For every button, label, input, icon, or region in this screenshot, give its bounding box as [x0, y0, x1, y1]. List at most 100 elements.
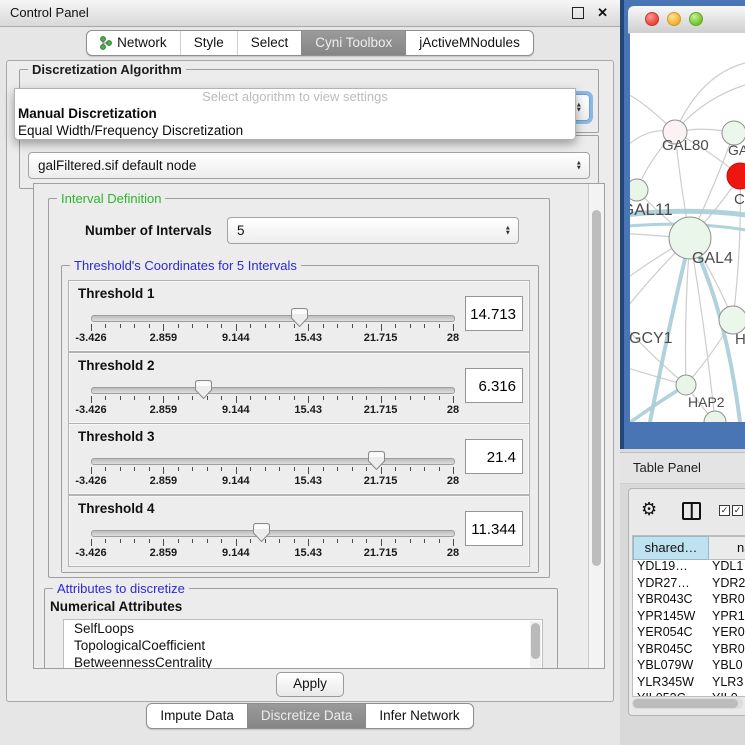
table-cell[interactable]: YER0	[709, 624, 745, 641]
table-cell[interactable]: YLR3	[709, 674, 745, 691]
network-node[interactable]	[630, 179, 648, 201]
tab-label: Discretize Data	[261, 704, 353, 728]
table-cell[interactable]: YBR045C	[633, 641, 709, 658]
table-cell[interactable]: YDL19…	[633, 558, 709, 575]
node-label: C	[734, 191, 745, 208]
screen: Control Panel ✕ Network StyleSelect Cyni T…	[0, 0, 745, 745]
table-cell[interactable]: YBR043C	[633, 591, 709, 608]
columns-icon[interactable]	[682, 502, 701, 520]
tab-label: Cyni Toolbox	[315, 31, 392, 55]
bottom-tab-discretize-data[interactable]: Discretize Data	[247, 704, 366, 728]
dropdown-item[interactable]: Equal Width/Frequency Discretization	[15, 122, 575, 139]
table-panel-title: Table Panel	[633, 453, 701, 483]
table-row[interactable]: YBR045CYBR0	[633, 641, 745, 658]
tab-label: jActiveMNodules	[419, 31, 520, 55]
stepper-icon: ▲▼	[576, 160, 582, 171]
table-cell[interactable]: YDR2	[709, 575, 745, 592]
scrollbar-thumb[interactable]	[531, 623, 540, 659]
checkbox-icon[interactable]: ✓	[719, 505, 730, 516]
table-cell[interactable]: YBL079W	[633, 657, 709, 674]
right-side: GAL80GACGAL11GAL4GCY1HHAP2 Table Panel ⚙…	[620, 0, 745, 745]
table-cell[interactable]: YPR145W	[633, 608, 709, 625]
column-header-name[interactable]: na	[709, 536, 745, 560]
control-panel-titlebar: Control Panel ✕	[0, 0, 620, 27]
threshold-value-field[interactable]: 11.344	[465, 511, 523, 546]
close-icon[interactable]: ✕	[597, 0, 608, 26]
dropdown-item[interactable]: Manual Discretization	[15, 105, 575, 122]
apply-button[interactable]: Apply	[276, 672, 344, 697]
float-window-icon[interactable]	[572, 7, 584, 19]
slider-track[interactable]	[91, 530, 455, 537]
scrollbar-thumb[interactable]	[633, 699, 738, 708]
table-cell[interactable]: YDR27…	[633, 575, 709, 592]
table-row[interactable]: YDL19…YDL1	[633, 558, 745, 575]
table-cell[interactable]: YER054C	[633, 624, 709, 641]
table-row[interactable]: YIL052CYIL0	[633, 690, 745, 697]
threshold-value-field[interactable]: 21.4	[465, 439, 523, 474]
num-intervals-combobox[interactable]: 5 ▲▼	[227, 217, 519, 244]
table-cell[interactable]: YPR1	[709, 608, 745, 625]
list-item[interactable]: TopologicalCoefficient	[64, 637, 542, 654]
top-tab-jactivemnodules[interactable]: jActiveMNodules	[405, 31, 533, 55]
table-rows: YDL19…YDL1YDR27…YDR2YBR043CYBR0YPR145WYP…	[633, 558, 745, 697]
bottom-tab-impute-data[interactable]: Impute Data	[147, 704, 247, 728]
table-row[interactable]: YBL079WYBL0	[633, 657, 745, 674]
table-row[interactable]: YBR043CYBR0	[633, 591, 745, 608]
threshold-value-field[interactable]: 14.713	[465, 296, 523, 331]
table-row[interactable]: YER054CYER0	[633, 624, 745, 641]
table-data-combobox[interactable]: galFiltered.sif default node ▲▼	[28, 152, 590, 179]
threshold-value-field[interactable]: 6.316	[465, 368, 523, 403]
network-node[interactable]	[676, 375, 696, 395]
node-table[interactable]: shared… na YDL19…YDL1YDR27…YDR2YBR043CYB…	[632, 535, 745, 697]
scrollbar-thumb[interactable]	[592, 210, 601, 566]
table-row[interactable]: YLR345WYLR3	[633, 674, 745, 691]
viewport-scrollbar[interactable]	[588, 184, 604, 668]
mac-minimize-icon[interactable]	[667, 12, 681, 26]
attr-list-scrollbar[interactable]	[530, 621, 541, 669]
bottom-tab-infer-network[interactable]: Infer Network	[365, 704, 472, 728]
network-node[interactable]	[727, 163, 745, 189]
table-hscrollbar[interactable]	[632, 698, 743, 709]
table-row[interactable]: YDR27…YDR2	[633, 575, 745, 592]
table-cell[interactable]: YBR0	[709, 641, 745, 658]
mac-zoom-icon[interactable]	[689, 12, 703, 26]
list-item[interactable]: BetweennessCentrality	[64, 654, 542, 669]
network-canvas[interactable]: GAL80GACGAL11GAL4GCY1HHAP2	[630, 33, 745, 422]
slider-ticks	[91, 396, 453, 404]
node-label: HAP2	[688, 394, 725, 410]
slider-track[interactable]	[91, 458, 455, 465]
dropdown-placeholder-item[interactable]: Select algorithm to view settings	[15, 89, 575, 105]
network-node[interactable]	[719, 306, 745, 334]
table-row[interactable]: YPR145WYPR1	[633, 608, 745, 625]
top-tab-network[interactable]: Network	[87, 31, 180, 55]
slider-track[interactable]	[91, 387, 455, 394]
list-item[interactable]: SelfLoops	[64, 620, 542, 637]
top-tab-style[interactable]: Style	[180, 31, 237, 55]
table-cell[interactable]: YBR0	[709, 591, 745, 608]
numerical-attributes-list[interactable]: SelfLoopsTopologicalCoefficientBetweenne…	[63, 619, 543, 669]
checkbox-icon[interactable]: ✓	[732, 505, 743, 516]
top-tab-select[interactable]: Select	[237, 31, 302, 55]
table-cell[interactable]: YIL052C	[633, 690, 709, 697]
slider-tick-labels: -3.4262.8599.14415.4321.71528	[91, 404, 453, 417]
slider-track[interactable]	[91, 315, 455, 322]
combobox-value: galFiltered.sif default node	[38, 153, 196, 178]
table-cell[interactable]: YLR345W	[633, 674, 709, 691]
threshold-label: Threshold 4	[78, 501, 155, 516]
table-toolbar: ⚙ ✓ ✓	[629, 489, 745, 535]
table-cell[interactable]: YIL0	[709, 690, 745, 697]
gear-icon[interactable]: ⚙	[641, 499, 657, 519]
num-intervals-label: Number of Intervals	[85, 223, 212, 238]
tab-label: Impute Data	[160, 704, 234, 728]
top-tab-cyni-toolbox[interactable]: Cyni Toolbox	[301, 31, 405, 55]
column-header-shared-name[interactable]: shared…	[633, 536, 709, 560]
mac-close-icon[interactable]	[645, 12, 659, 26]
interval-definition-group: Interval Definition Number of Intervals …	[48, 198, 550, 578]
dropdown-items: Manual DiscretizationEqual Width/Frequen…	[15, 105, 575, 139]
table-cell[interactable]: YDL1	[709, 558, 745, 575]
node-label: H	[735, 331, 745, 348]
table-cell[interactable]: YBL0	[709, 657, 745, 674]
threshold-panel-3: Threshold 3-3.4262.8599.14415.4321.71528…	[68, 423, 530, 495]
node-label: GAL11	[630, 200, 673, 219]
tab-label: Network	[117, 31, 167, 55]
